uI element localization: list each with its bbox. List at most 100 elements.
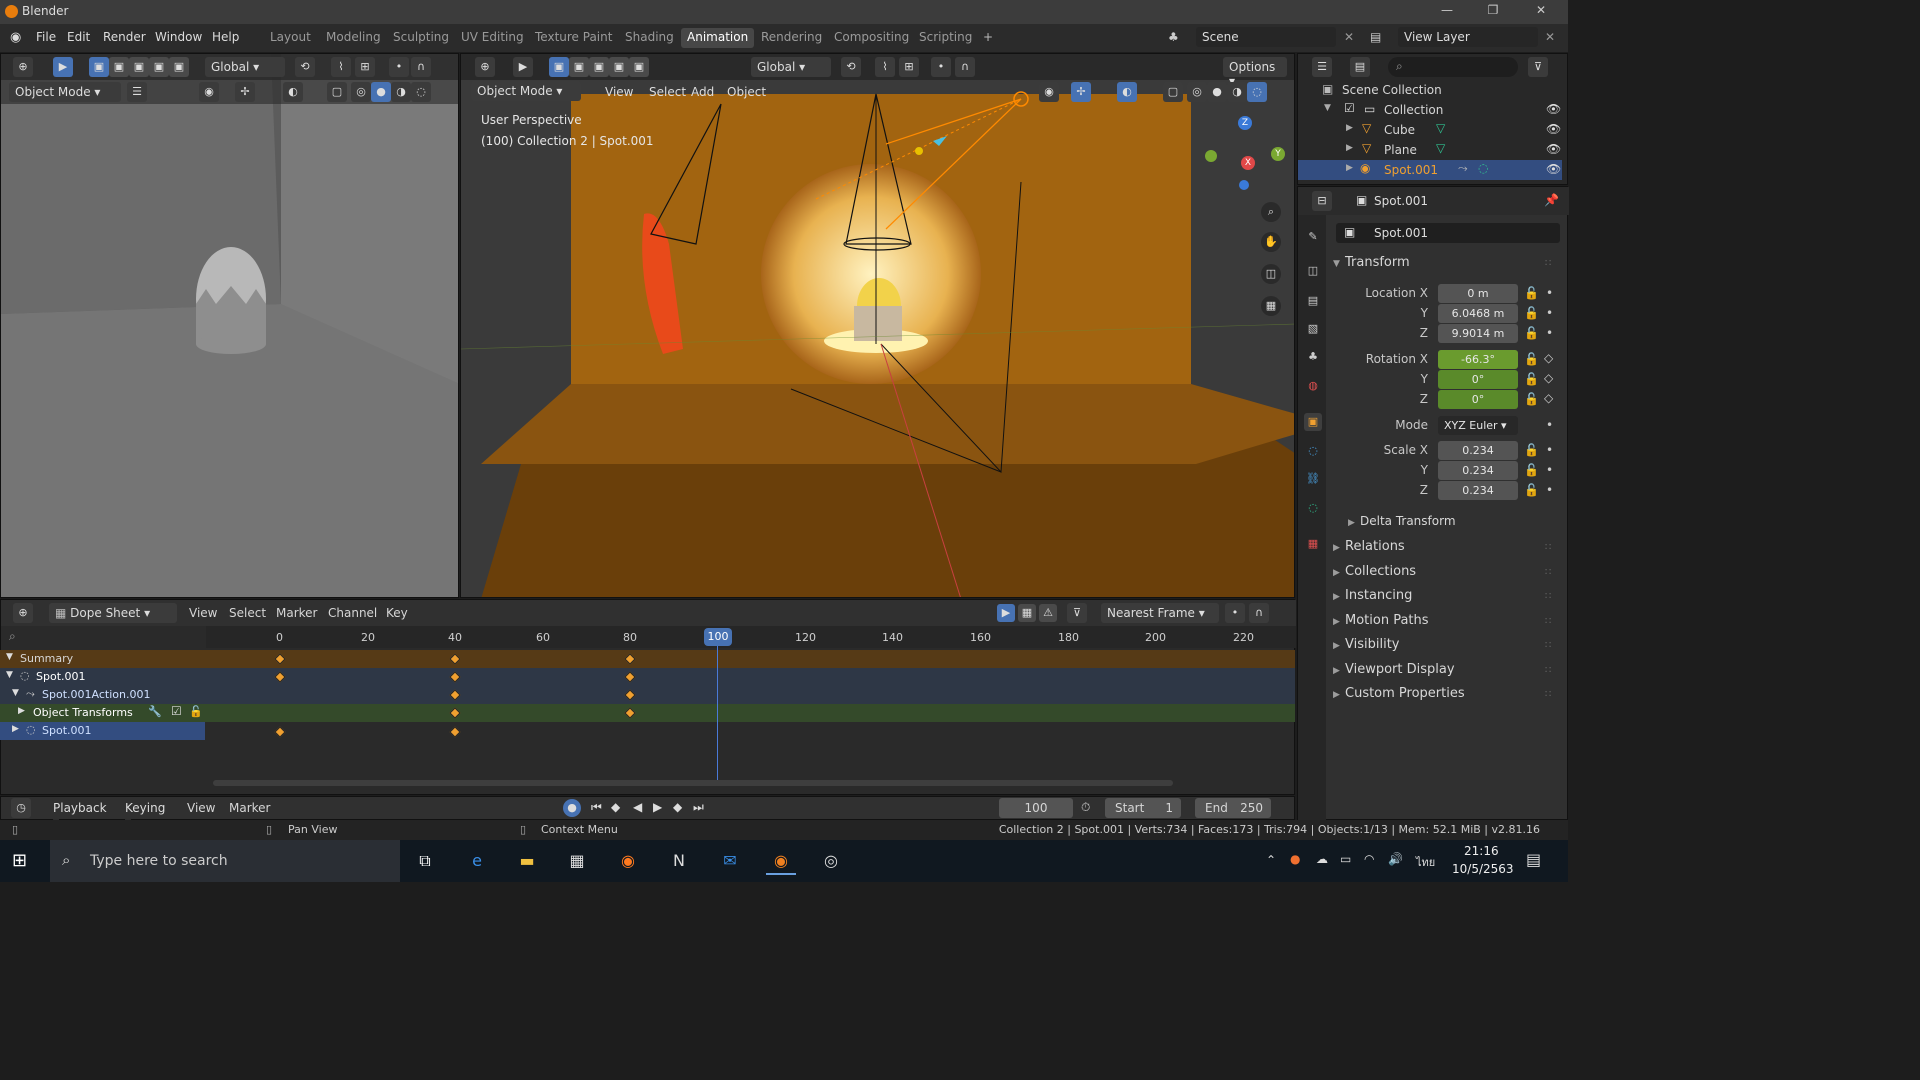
main-pivot-icon[interactable]: ⟲	[841, 57, 861, 77]
expand-triangle-icon[interactable]: ▶	[1346, 123, 1353, 133]
falloff-icon[interactable]: ∩	[411, 57, 431, 77]
onedrive-icon[interactable]: ☁	[1316, 852, 1328, 866]
dopesheet-editor-icon[interactable]: ⊕	[13, 603, 33, 623]
left-material-icon[interactable]: ◑	[391, 82, 411, 102]
transform-section-header[interactable]: ▼ Transform	[1333, 255, 1410, 270]
view-layer-close-icon[interactable]: ✕	[1545, 30, 1555, 44]
current-frame-field[interactable]: 100	[999, 798, 1073, 818]
visibility-eye-icon[interactable]: 👁	[1546, 162, 1561, 176]
main-select-box-icon[interactable]: ▣	[549, 57, 569, 77]
restore-icon[interactable]: ❐	[1478, 3, 1508, 21]
main-solid-icon[interactable]: ●	[1207, 82, 1227, 102]
light-data-tab-icon[interactable]: ◌	[1304, 499, 1322, 517]
input-language[interactable]: ไทย	[1416, 853, 1435, 871]
end-frame-field[interactable]: End 250	[1195, 798, 1271, 818]
tab-rendering[interactable]: Rendering	[755, 28, 828, 48]
volume-icon[interactable]: 🔊	[1388, 852, 1403, 866]
editor-type-icon[interactable]: ⊕	[13, 57, 33, 77]
left-visibility-icon[interactable]: ◉	[199, 82, 219, 102]
zoom-icon[interactable]: ⌕	[1261, 202, 1281, 222]
keying-menu[interactable]: Keying ▾	[119, 798, 179, 829]
menu-file[interactable]: File	[36, 30, 56, 44]
left-rendered-icon[interactable]: ◌	[411, 82, 431, 102]
tray-app-icon[interactable]: ●	[1290, 852, 1300, 866]
keyframe-diamond-icon[interactable]: ◇	[1544, 391, 1553, 405]
motion-paths-section[interactable]: ▶ Motion Paths	[1333, 613, 1429, 628]
expand-triangle-icon[interactable]: ▶	[12, 724, 19, 734]
menu-add[interactable]: Add	[691, 85, 714, 99]
scale-x-field[interactable]: 0.234	[1438, 441, 1518, 460]
gizmo-neg-z[interactable]	[1239, 180, 1249, 190]
world-tab-icon[interactable]: ◍	[1304, 377, 1322, 395]
visibility-section[interactable]: ▶ Visibility	[1333, 637, 1399, 652]
main-material-icon[interactable]: ◑	[1227, 82, 1247, 102]
main-select-subtract-icon[interactable]: ▣	[589, 57, 609, 77]
constraints-tab-icon[interactable]: ⛓	[1304, 470, 1322, 488]
left-gizmo-icon[interactable]: ✢	[235, 82, 255, 102]
tab-animation[interactable]: Animation	[681, 28, 755, 48]
drag-handle-icon[interactable]: ∷	[1545, 542, 1551, 553]
keyframe-diamond-icon[interactable]: ◇	[1544, 351, 1553, 365]
battery-icon[interactable]: ▭	[1340, 852, 1351, 866]
minimize-icon[interactable]: —	[1432, 3, 1462, 21]
notifications-icon[interactable]: ▤	[1526, 850, 1541, 869]
left-solid-icon[interactable]: ●	[371, 82, 391, 102]
dopesheet-menu-select[interactable]: Select	[229, 606, 266, 620]
tray-chevron-icon[interactable]: ⌃	[1266, 853, 1276, 867]
timeline-menu-marker[interactable]: Marker	[229, 801, 270, 815]
collapse-triangle-icon[interactable]: ▼	[12, 688, 19, 698]
main-proportional-icon[interactable]: •	[931, 57, 951, 77]
tab-compositing[interactable]: Compositing	[828, 28, 915, 48]
menu-help[interactable]: Help	[212, 30, 239, 44]
menu-edit[interactable]: Edit	[67, 30, 90, 44]
visibility-eye-icon[interactable]: 👁	[1546, 142, 1561, 156]
custom-properties-section[interactable]: ▶ Custom Properties	[1333, 686, 1465, 701]
scene-close-icon[interactable]: ✕	[1344, 30, 1354, 44]
lock-icon[interactable]: 🔓	[1524, 306, 1539, 320]
gizmo-x-axis[interactable]: X	[1241, 156, 1255, 170]
menu-object[interactable]: Object	[727, 85, 766, 99]
rotation-y-field[interactable]: 0°	[1438, 370, 1518, 389]
collapse-triangle-icon[interactable]: ▼	[1324, 103, 1331, 113]
collections-section[interactable]: ▶ Collections	[1333, 564, 1416, 579]
collapse-triangle-icon[interactable]: ▼	[6, 670, 13, 680]
menu-window[interactable]: Window	[155, 30, 202, 44]
output-tab-icon[interactable]: ▤	[1304, 292, 1322, 310]
expand-triangle-icon[interactable]: ▶	[1346, 143, 1353, 153]
left-viewport[interactable]: ⊕ ▶ ▣ ▣ ▣ ▣ ▣ Global ▾ ⟲ ⌇ ⊞ • ∩ Object …	[0, 53, 459, 598]
proportional-icon[interactable]: •	[389, 57, 409, 77]
main-select-intersect-icon[interactable]: ▣	[629, 57, 649, 77]
object-tab-icon[interactable]: ▣	[1304, 413, 1322, 431]
instancing-section[interactable]: ▶ Instancing	[1333, 588, 1412, 603]
keyframe-dot-icon[interactable]: •	[1546, 286, 1553, 300]
keyframe-dot-icon[interactable]: •	[1546, 418, 1553, 432]
scale-y-field[interactable]: 0.234	[1438, 461, 1518, 480]
main-falloff-icon[interactable]: ∩	[955, 57, 975, 77]
collection-checkbox[interactable]: ☑	[1344, 101, 1355, 115]
tab-sculpting[interactable]: Sculpting	[387, 28, 455, 48]
lock-icon[interactable]: 🔓	[1524, 443, 1539, 457]
delta-transform-section[interactable]: ▶ Delta Transform	[1348, 514, 1456, 528]
tab-modeling[interactable]: Modeling	[320, 28, 387, 48]
tab-texture-paint[interactable]: Texture Paint	[529, 28, 618, 48]
blender-taskbar-icon[interactable]: ◉	[766, 847, 796, 875]
rotation-z-field[interactable]: 0°	[1438, 390, 1518, 409]
keyframe-dot-icon[interactable]: •	[1546, 306, 1553, 320]
keyframe-dot-icon[interactable]: •	[1546, 463, 1553, 477]
object-name-field[interactable]: ▣ Spot.001	[1336, 223, 1560, 243]
blender-menu-icon[interactable]: ◉	[10, 30, 21, 45]
collapse-triangle-icon[interactable]: ▼	[6, 652, 13, 662]
tab-uv-editing[interactable]: UV Editing	[455, 28, 530, 48]
main-rendered-icon[interactable]: ◌	[1247, 82, 1267, 102]
stopwatch-icon[interactable]: ⏱	[1081, 800, 1090, 815]
pan-hand-icon[interactable]: ✋	[1261, 232, 1281, 252]
main-editor-type-icon[interactable]: ⊕	[475, 57, 495, 77]
auto-keying-icon[interactable]: ●	[563, 799, 581, 817]
left-xray-icon[interactable]: ▢	[327, 82, 347, 102]
main-visibility-icon[interactable]: ◉	[1039, 82, 1059, 102]
lock-icon[interactable]: 🔓	[1524, 483, 1539, 497]
main-xray-icon[interactable]: ▢	[1163, 82, 1183, 102]
dopesheet-menu-marker[interactable]: Marker	[276, 606, 317, 620]
firefox-icon[interactable]: ◉	[613, 847, 643, 875]
play-reverse-icon[interactable]: ◀	[633, 800, 642, 814]
